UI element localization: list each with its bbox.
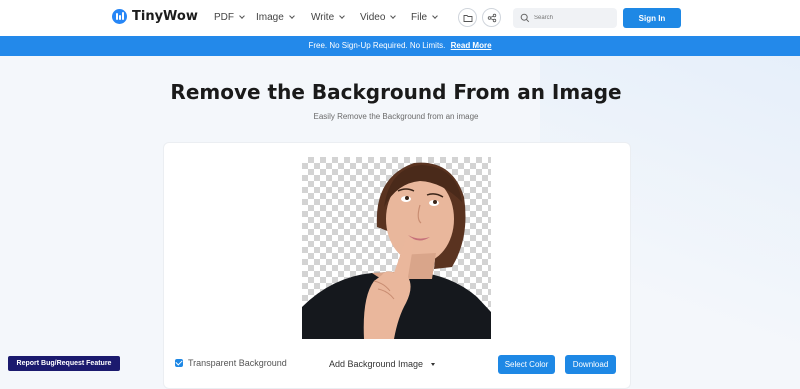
banner-text: Free. No Sign-Up Required. No Limits. (308, 41, 446, 50)
select-color-button[interactable]: Select Color (498, 355, 555, 374)
search-input[interactable] (534, 15, 604, 21)
chevron-down-icon (339, 13, 345, 19)
folder-icon (463, 14, 472, 22)
download-button[interactable]: Download (565, 355, 616, 374)
report-bug-button[interactable]: Report Bug/Request Feature (8, 356, 120, 371)
page-subtitle: Easily Remove the Background from an ima… (313, 112, 479, 121)
tinywow-logo-icon (112, 9, 127, 24)
page-title: Remove the Background From an Image (170, 80, 622, 104)
transparent-background-checkbox[interactable] (175, 359, 183, 367)
nav-item-label: Video (360, 12, 386, 23)
result-image (302, 157, 491, 339)
nav-item-label: PDF (214, 12, 234, 23)
share-icon (487, 13, 496, 22)
transparent-background-label: Transparent Background (188, 358, 287, 368)
controls-bar: Transparent Background Add Background Im… (175, 355, 625, 374)
nav-item-image[interactable]: Image (256, 12, 295, 23)
search-box[interactable] (513, 8, 617, 28)
search-icon (520, 13, 530, 23)
chevron-down-icon (432, 13, 438, 19)
nav-item-label: Image (256, 12, 284, 23)
brand-name: TinyWow (132, 9, 198, 24)
promo-banner: Free. No Sign-Up Required. No Limits. Re… (0, 36, 800, 56)
nav-item-label: File (411, 12, 428, 23)
sign-in-button[interactable]: Sign In (623, 8, 681, 28)
add-background-image-dropdown[interactable]: Add Background Image (329, 359, 423, 369)
folder-button[interactable] (458, 8, 477, 27)
brand-logo[interactable]: TinyWow (112, 9, 198, 24)
chevron-down-icon (288, 13, 295, 19)
chevron-down-icon (239, 13, 245, 19)
read-more-link[interactable]: Read More (451, 41, 492, 50)
chevron-down-icon (390, 13, 397, 19)
nav-item-file[interactable]: File (411, 12, 438, 23)
caret-down-icon (431, 363, 435, 366)
nav-item-write[interactable]: Write (311, 12, 345, 23)
nav-item-video[interactable]: Video (360, 12, 397, 23)
share-button[interactable] (482, 8, 501, 27)
person-cutout-image (302, 162, 491, 339)
nav-item-pdf[interactable]: PDF (214, 12, 245, 23)
nav-item-label: Write (311, 12, 335, 23)
top-header: TinyWow PDF Image Write Video File Searc… (0, 0, 800, 36)
